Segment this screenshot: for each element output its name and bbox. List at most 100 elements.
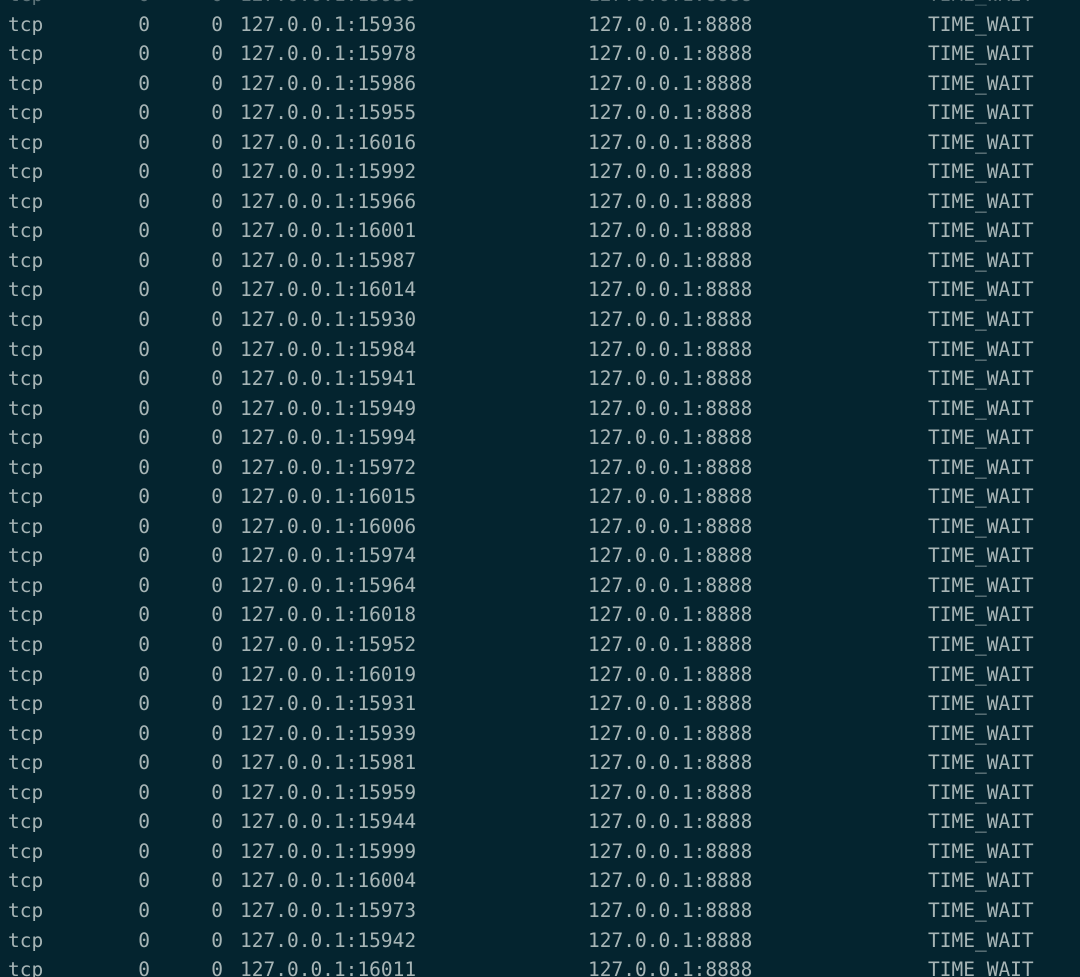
row-proto: tcp (8, 958, 44, 977)
row-send-q: 0 (211, 160, 223, 184)
row-recv-q: 0 (138, 603, 150, 627)
row-proto: tcp (8, 869, 44, 893)
row-recv-q: 0 (138, 485, 150, 509)
row-local-address: 127.0.0.1:15942 (240, 928, 417, 952)
row-proto: tcp (8, 0, 43, 10)
row-local-address: 127.0.0.1:15959 (240, 780, 417, 804)
row-recv-q: 0 (138, 248, 150, 272)
row-local-address: 127.0.0.1:16011 (240, 958, 417, 977)
row-recv-q: 0 (138, 367, 150, 391)
connection-row: tcp 0 0 127.0.0.1:16019 127.0.0.1:8888 TIME_W… (0, 660, 1080, 690)
row-send-q: 0 (211, 426, 223, 450)
row-send-q: 0 (211, 367, 223, 391)
row-proto: tcp (8, 308, 44, 332)
row-foreign-address: 127.0.0.1:8888 (588, 0, 752, 10)
connection-row: tcp 0 0 127.0.0.1:15999 127.0.0.1:8888 TIME_W… (0, 837, 1080, 867)
row-send-q: 0 (211, 839, 223, 863)
row-send-q: 0 (211, 928, 223, 952)
row-local-address: 127.0.0.1:15978 (240, 42, 417, 66)
connection-row: tcp 0 0 127.0.0.1:15994 127.0.0.1:8888 TIME_W… (0, 423, 1080, 453)
row-state: TIME_WAIT (928, 869, 1034, 893)
connection-row: tcp 0 0 127.0.0.1:16001 127.0.0.1:8888 TIME_W… (0, 216, 1080, 246)
terminal-scrollback[interactable]: tcp 0 0 127.0.0.1:15936 127.0.0.1:8888 TIME_W… (0, 0, 1080, 977)
row-local-address: 127.0.0.1:15955 (240, 101, 417, 125)
row-send-q: 0 (211, 308, 223, 332)
row-local-address: 127.0.0.1:15984 (240, 337, 417, 361)
row-proto: tcp (8, 189, 44, 213)
row-recv-q: 0 (138, 544, 150, 568)
row-state: TIME_WAIT (928, 71, 1034, 95)
row-send-q: 0 (211, 514, 223, 538)
row-foreign-address: 127.0.0.1:8888 (588, 455, 753, 479)
row-state: TIME_WAIT (928, 367, 1034, 391)
connection-row: tcp 0 0 127.0.0.1:15944 127.0.0.1:8888 TIME_W… (0, 807, 1080, 837)
row-proto: tcp (8, 603, 44, 627)
row-local-address: 127.0.0.1:15981 (240, 751, 417, 775)
connection-row: tcp 0 0 127.0.0.1:16015 127.0.0.1:8888 TIME_W… (0, 482, 1080, 512)
row-foreign-address: 127.0.0.1:8888 (588, 692, 753, 716)
row-foreign-address: 127.0.0.1:8888 (588, 780, 753, 804)
row-local-address: 127.0.0.1:15966 (240, 189, 417, 213)
row-foreign-address: 127.0.0.1:8888 (588, 426, 753, 450)
connection-row: tcp 0 0 127.0.0.1:15936 127.0.0.1:8888 TIME_W… (0, 10, 1080, 40)
connection-row: tcp 0 0 127.0.0.1:15972 127.0.0.1:8888 TIME_W… (0, 453, 1080, 483)
row-state: TIME_WAIT (928, 514, 1034, 538)
row-foreign-address: 127.0.0.1:8888 (588, 633, 753, 657)
row-send-q: 0 (211, 633, 223, 657)
row-recv-q: 0 (138, 573, 150, 597)
row-local-address: 127.0.0.1:15964 (240, 573, 417, 597)
row-send-q: 0 (211, 455, 223, 479)
row-state: TIME_WAIT (928, 810, 1034, 834)
row-proto: tcp (8, 278, 44, 302)
row-proto: tcp (8, 219, 44, 243)
row-proto: tcp (8, 101, 44, 125)
row-state: TIME_WAIT (928, 485, 1034, 509)
row-state: TIME_WAIT (928, 662, 1034, 686)
row-state: TIME_WAIT (928, 633, 1034, 657)
row-send-q: 0 (211, 898, 223, 922)
row-foreign-address: 127.0.0.1:8888 (588, 662, 753, 686)
row-proto: tcp (8, 928, 44, 952)
row-state: TIME_WAIT (928, 0, 1034, 10)
row-recv-q: 0 (138, 928, 150, 952)
row-state: TIME_WAIT (928, 248, 1034, 272)
row-local-address: 127.0.0.1:16015 (240, 485, 417, 509)
connection-row: tcp 0 0 127.0.0.1:15942 127.0.0.1:8888 TIME_W… (0, 926, 1080, 956)
row-foreign-address: 127.0.0.1:8888 (588, 219, 753, 243)
connection-row: tcp 0 0 127.0.0.1:15992 127.0.0.1:8888 TIME_W… (0, 157, 1080, 187)
row-send-q: 0 (211, 573, 223, 597)
row-recv-q: 0 (138, 308, 150, 332)
row-send-q: 0 (211, 485, 223, 509)
row-foreign-address: 127.0.0.1:8888 (588, 751, 753, 775)
row-local-address: 127.0.0.1:15930 (240, 308, 417, 332)
terminal-window[interactable]: tcp 0 0 127.0.0.1:15936 127.0.0.1:8888 TIME_W… (0, 0, 1080, 977)
row-send-q: 0 (211, 71, 223, 95)
row-state: TIME_WAIT (928, 692, 1034, 716)
row-send-q: 0 (211, 12, 223, 36)
row-foreign-address: 127.0.0.1:8888 (588, 278, 753, 302)
connection-row: tcp 0 0 127.0.0.1:15964 127.0.0.1:8888 TIME_W… (0, 571, 1080, 601)
row-local-address: 127.0.0.1:15952 (240, 633, 417, 657)
row-foreign-address: 127.0.0.1:8888 (588, 130, 753, 154)
connection-row: tcp 0 0 127.0.0.1:16014 127.0.0.1:8888 TIME_W… (0, 275, 1080, 305)
connection-row: tcp 0 0 127.0.0.1:15966 127.0.0.1:8888 TIME_W… (0, 187, 1080, 217)
row-send-q: 0 (211, 130, 223, 154)
row-proto: tcp (8, 367, 44, 391)
row-send-q: 0 (211, 101, 223, 125)
row-send-q: 0 (211, 337, 223, 361)
row-recv-q: 0 (138, 633, 150, 657)
connection-row: tcp 0 0 127.0.0.1:16006 127.0.0.1:8888 TIME_W… (0, 512, 1080, 542)
row-foreign-address: 127.0.0.1:8888 (588, 42, 753, 66)
row-foreign-address: 127.0.0.1:8888 (588, 869, 753, 893)
row-send-q: 0 (211, 662, 223, 686)
row-foreign-address: 127.0.0.1:8888 (588, 603, 753, 627)
row-proto: tcp (8, 692, 44, 716)
row-state: TIME_WAIT (928, 958, 1034, 977)
row-state: TIME_WAIT (928, 780, 1034, 804)
row-local-address: 127.0.0.1:16004 (240, 869, 417, 893)
row-recv-q: 0 (104, 0, 150, 10)
row-foreign-address: 127.0.0.1:8888 (588, 248, 753, 272)
row-state: TIME_WAIT (928, 898, 1034, 922)
connection-row: tcp 0 0 127.0.0.1:16016 127.0.0.1:8888 TIME_W… (0, 128, 1080, 158)
row-foreign-address: 127.0.0.1:8888 (588, 810, 753, 834)
